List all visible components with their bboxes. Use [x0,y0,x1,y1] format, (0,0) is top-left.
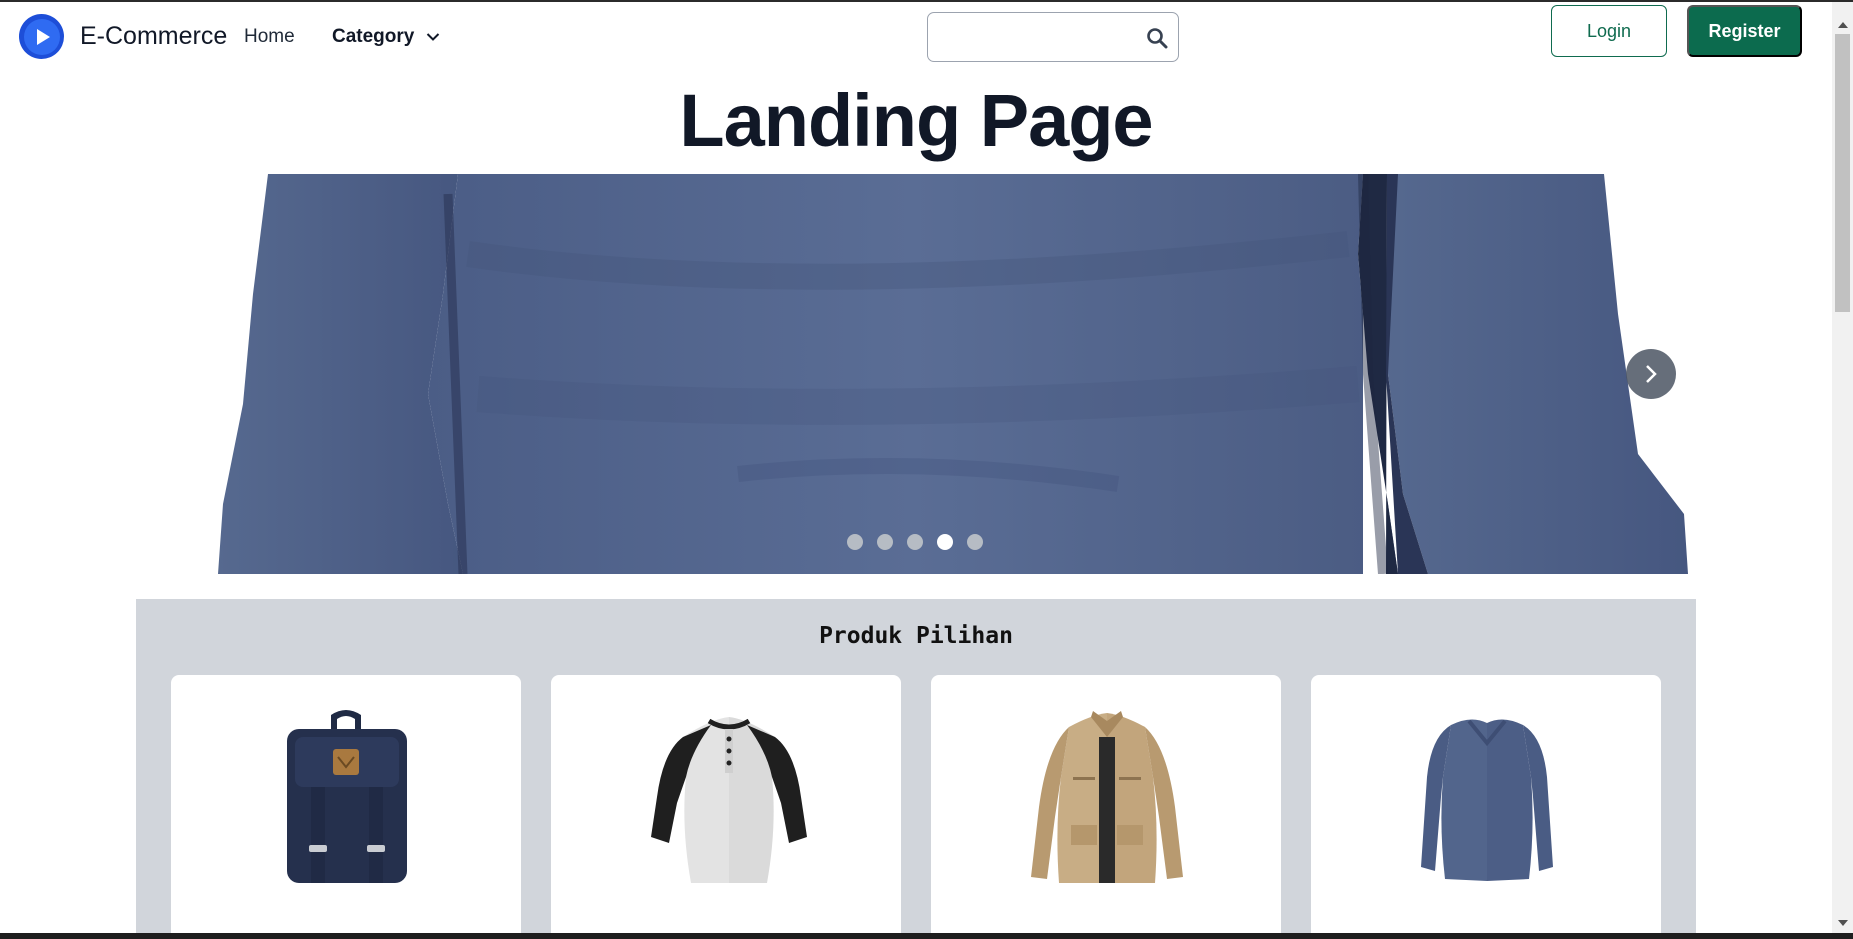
register-button[interactable]: Register [1687,5,1802,57]
nav-category-label: Category [332,26,415,47]
carousel-dot-3[interactable] [907,534,923,550]
raglan-shirt-image [651,717,807,883]
hero-slide-image [218,174,1688,574]
chevron-down-icon [426,32,440,42]
nav-category-dropdown[interactable]: Category [332,26,440,48]
featured-products-section: Produk Pilihan [136,599,1696,939]
search-box[interactable] [927,12,1179,62]
carousel-indicators [847,534,997,550]
chevron-right-icon [1646,365,1657,383]
page-title: Landing Page [679,79,1153,162]
hero-carousel[interactable] [218,174,1688,574]
carousel-dot-1[interactable] [847,534,863,550]
product-card-jacket[interactable] [931,675,1281,939]
scroll-down-arrow-icon[interactable] [1838,920,1848,926]
search-input[interactable] [938,23,1128,51]
carousel-dot-4[interactable] [937,534,953,550]
featured-title: Produk Pilihan [819,623,1013,649]
brand[interactable]: E-Commerce [19,14,227,59]
product-card-raglan-shirt[interactable] [551,675,901,939]
navbar: E-Commerce Home Category Login Register [0,2,1832,72]
page-scrollbar[interactable] [1832,2,1853,933]
carousel-dot-2[interactable] [877,534,893,550]
product-card-backpack[interactable] [171,675,521,939]
search-icon[interactable] [1146,27,1168,54]
brand-name: E-Commerce [80,22,228,50]
scroll-up-arrow-icon[interactable] [1838,22,1848,28]
scroll-thumb[interactable] [1835,34,1850,312]
play-logo-icon [19,14,64,59]
backpack-image [287,710,407,883]
login-button[interactable]: Login [1551,5,1667,57]
window-bottom-edge [0,933,1853,939]
product-card-long-sleeve[interactable] [1311,675,1661,939]
carousel-dot-5[interactable] [967,534,983,550]
jacket-image [1031,711,1183,883]
carousel-next-button[interactable] [1626,349,1676,399]
long-sleeve-shirt-image [1421,719,1553,881]
nav-home-link[interactable]: Home [244,26,295,48]
